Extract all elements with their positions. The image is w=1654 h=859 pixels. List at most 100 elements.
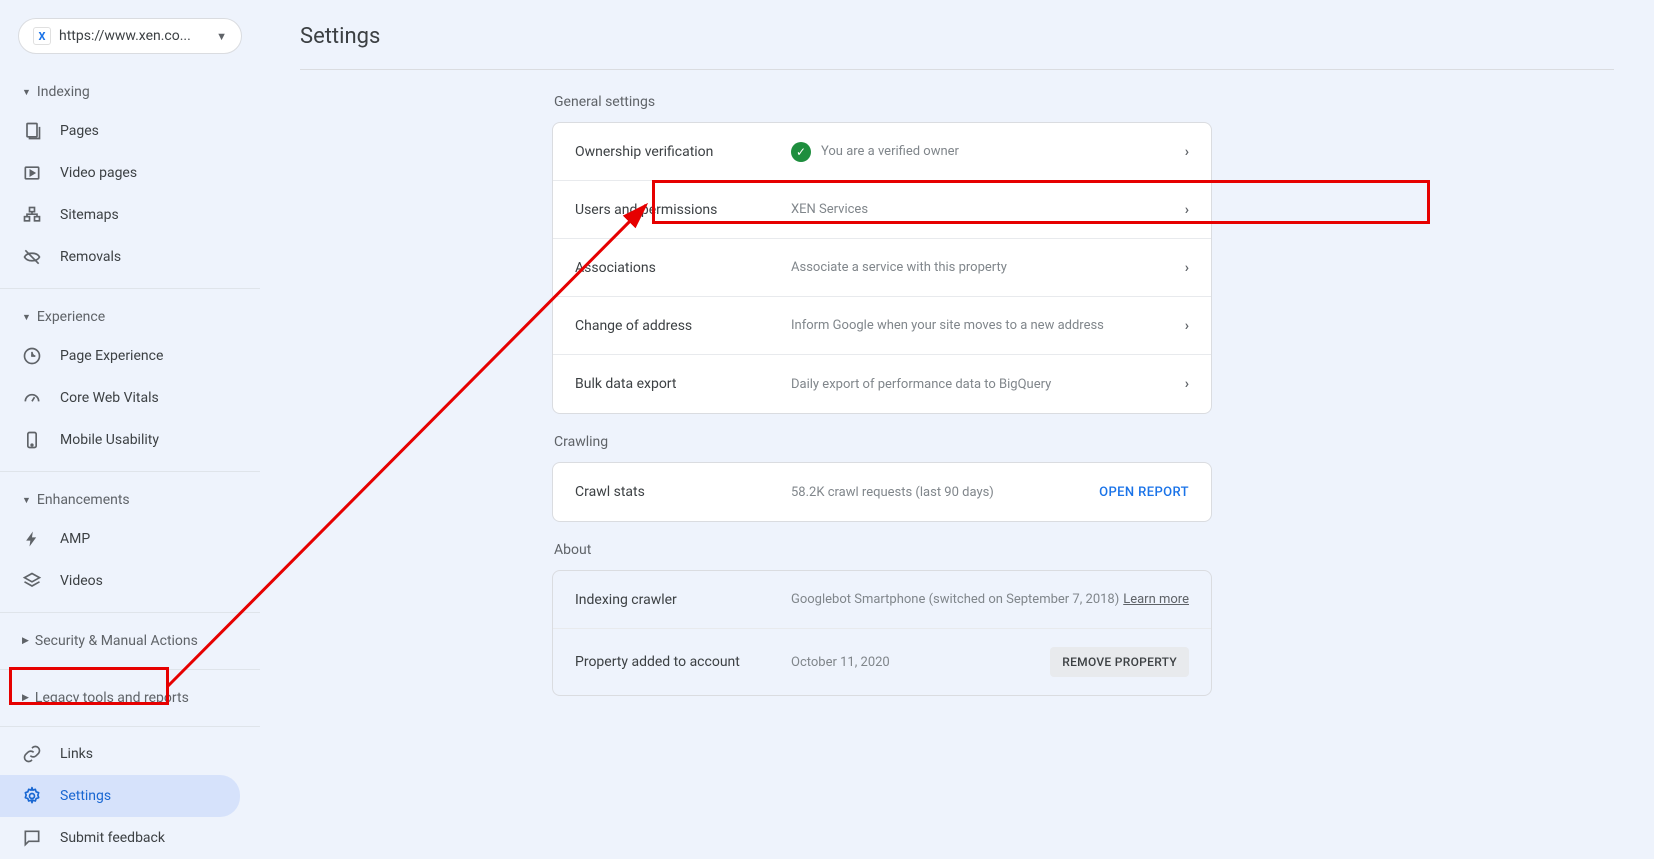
row-label: Property added to account [575, 654, 791, 670]
sidebar-item-label: Core Web Vitals [60, 390, 159, 406]
row-indexing-crawler: Indexing crawler Googlebot Smartphone (s… [553, 571, 1211, 629]
divider [0, 726, 260, 727]
divider [0, 471, 260, 472]
removals-icon [22, 247, 42, 267]
videos-icon [22, 571, 42, 591]
property-favicon: X [33, 27, 51, 45]
page-title: Settings [300, 24, 1614, 70]
section-header-about: About [554, 542, 1212, 558]
page-experience-icon [22, 346, 42, 366]
row-bulk-export[interactable]: Bulk data export Daily export of perform… [553, 355, 1211, 413]
remove-property-button[interactable]: REMOVE PROPERTY [1050, 647, 1189, 677]
sidebar-item-sitemaps[interactable]: Sitemaps [0, 194, 240, 236]
row-value: Daily export of performance data to BigQ… [791, 377, 1051, 392]
property-url: https://www.xen.co... [59, 28, 208, 44]
collapse-icon: ▼ [22, 87, 31, 98]
row-property-added: Property added to account October 11, 20… [553, 629, 1211, 695]
expand-icon: ▶ [22, 636, 29, 646]
about-card: Indexing crawler Googlebot Smartphone (s… [552, 570, 1212, 696]
crawling-card: Crawl stats 58.2K crawl requests (last 9… [552, 462, 1212, 522]
collapse-icon: ▼ [22, 312, 31, 323]
sidebar-item-mobile-usability[interactable]: Mobile Usability [0, 419, 240, 461]
sidebar-item-label: Settings [60, 788, 111, 804]
nav-header-label: Enhancements [37, 492, 130, 508]
row-crawl-stats[interactable]: Crawl stats 58.2K crawl requests (last 9… [553, 463, 1211, 521]
divider [0, 612, 260, 613]
row-ownership-verification[interactable]: Ownership verification ✓ You are a verif… [553, 123, 1211, 181]
row-value: Inform Google when your site moves to a … [791, 318, 1104, 333]
row-label: Crawl stats [575, 484, 791, 500]
row-label: Users and permissions [575, 202, 791, 218]
row-value: 58.2K crawl requests (last 90 days) [791, 485, 994, 500]
section-header-general: General settings [554, 94, 1212, 110]
sidebar-item-videos[interactable]: Videos [0, 560, 240, 602]
open-report-link[interactable]: OPEN REPORT [1099, 485, 1189, 500]
row-label: Indexing crawler [575, 592, 791, 608]
nav-header-label: Indexing [37, 84, 90, 100]
chevron-right-icon: › [1185, 202, 1189, 218]
chevron-down-icon: ▼ [216, 30, 227, 43]
sidebar-item-label: Video pages [60, 165, 137, 181]
sidebar: X https://www.xen.co... ▼ ▼ Indexing Pag… [0, 0, 260, 794]
sidebar-item-core-web-vitals[interactable]: Core Web Vitals [0, 377, 240, 419]
sidebar-item-label: Links [60, 746, 93, 762]
sidebar-item-settings[interactable]: Settings [0, 775, 240, 817]
row-label: Bulk data export [575, 376, 791, 392]
sidebar-item-label: Pages [60, 123, 99, 139]
sidebar-item-links[interactable]: Links [0, 733, 240, 775]
sidebar-item-removals[interactable]: Removals [0, 236, 240, 278]
chevron-right-icon: › [1185, 144, 1189, 160]
sidebar-item-label: Page Experience [60, 348, 163, 364]
nav-header-legacy[interactable]: ▶ Legacy tools and reports [0, 680, 260, 716]
row-value: Googlebot Smartphone (switched on Septem… [791, 592, 1119, 607]
row-value: You are a verified owner [821, 144, 959, 159]
verified-check-icon: ✓ [791, 142, 811, 162]
property-selector[interactable]: X https://www.xen.co... ▼ [18, 18, 242, 54]
mobile-icon [22, 430, 42, 450]
nav-header-label: Legacy tools and reports [35, 690, 189, 706]
nav-header-experience[interactable]: ▼ Experience [0, 299, 260, 335]
learn-more-link[interactable]: Learn more [1123, 592, 1189, 607]
row-value: October 11, 2020 [791, 655, 890, 670]
chevron-right-icon: › [1185, 260, 1189, 276]
row-label: Change of address [575, 318, 791, 334]
sidebar-item-video-pages[interactable]: Video pages [0, 152, 240, 194]
divider [0, 288, 260, 289]
sidebar-item-label: Removals [60, 249, 121, 265]
speed-icon [22, 388, 42, 408]
row-value: XEN Services [791, 202, 868, 217]
main-content: Settings General settings Ownership veri… [260, 0, 1654, 794]
nav-header-label: Experience [37, 309, 105, 325]
divider [0, 669, 260, 670]
row-associations[interactable]: Associations Associate a service with th… [553, 239, 1211, 297]
sidebar-item-label: Mobile Usability [60, 432, 159, 448]
sidebar-item-label: AMP [60, 531, 90, 547]
feedback-icon [22, 828, 42, 848]
chevron-right-icon: › [1185, 376, 1189, 392]
row-value: Associate a service with this property [791, 260, 1007, 275]
nav-header-enhancements[interactable]: ▼ Enhancements [0, 482, 260, 518]
nav-header-indexing[interactable]: ▼ Indexing [0, 74, 260, 110]
gear-icon [22, 786, 42, 806]
chevron-right-icon: › [1185, 318, 1189, 334]
links-icon [22, 744, 42, 764]
pages-icon [22, 121, 42, 141]
sidebar-item-label: Videos [60, 573, 103, 589]
sidebar-item-amp[interactable]: AMP [0, 518, 240, 560]
nav-header-security[interactable]: ▶ Security & Manual Actions [0, 623, 260, 659]
nav-header-label: Security & Manual Actions [35, 633, 198, 649]
collapse-icon: ▼ [22, 495, 31, 506]
sidebar-item-page-experience[interactable]: Page Experience [0, 335, 240, 377]
sidebar-item-label: Sitemaps [60, 207, 119, 223]
general-settings-card: Ownership verification ✓ You are a verif… [552, 122, 1212, 414]
row-label: Associations [575, 260, 791, 276]
section-header-crawling: Crawling [554, 434, 1212, 450]
expand-icon: ▶ [22, 693, 29, 703]
row-change-address[interactable]: Change of address Inform Google when you… [553, 297, 1211, 355]
amp-icon [22, 529, 42, 549]
sitemaps-icon [22, 205, 42, 225]
row-users-permissions[interactable]: Users and permissions XEN Services › [553, 181, 1211, 239]
sidebar-item-pages[interactable]: Pages [0, 110, 240, 152]
row-label: Ownership verification [575, 144, 791, 160]
sidebar-item-feedback[interactable]: Submit feedback [0, 817, 240, 859]
